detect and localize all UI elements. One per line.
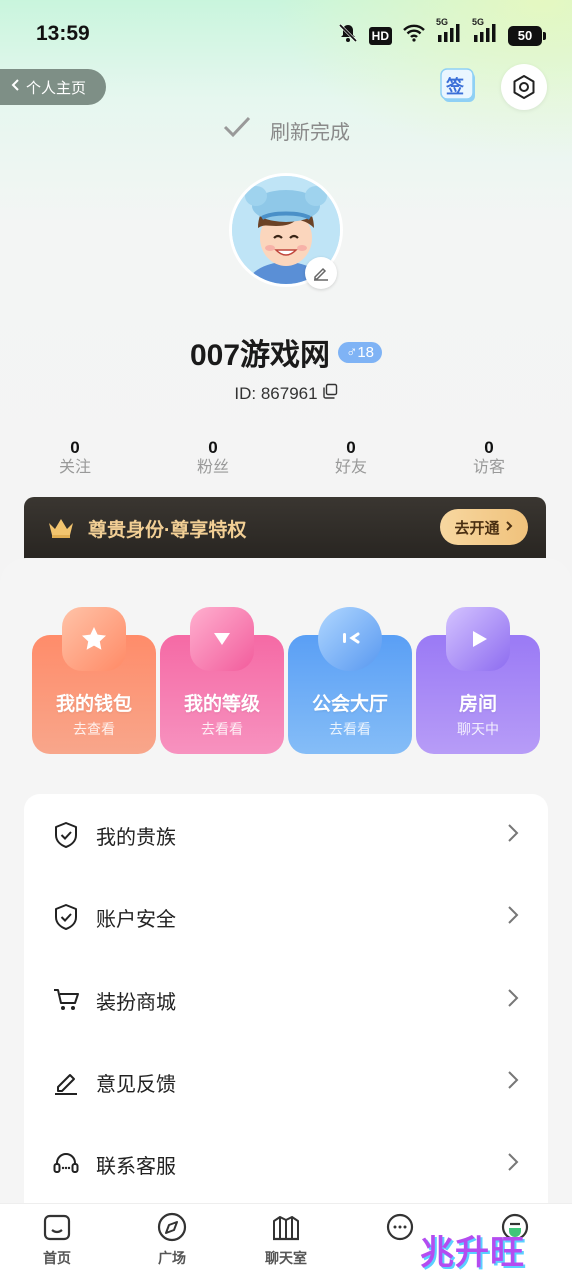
cart-icon — [52, 986, 80, 1014]
signal-icon-2: 5G — [472, 17, 498, 48]
stat-value: 0 — [70, 438, 80, 457]
stat-label: 访客 — [472, 459, 505, 476]
stat-label: 粉丝 — [196, 459, 229, 476]
pen-icon — [52, 1068, 80, 1096]
edit-avatar-button[interactable] — [305, 257, 337, 289]
settings-button[interactable] — [501, 64, 547, 110]
headset-icon — [52, 1150, 80, 1178]
signal-icon-1: 5G — [436, 17, 462, 48]
nav-label: 聊天室 — [265, 1250, 307, 1266]
feature-title: 公会大厅 — [311, 694, 388, 715]
feature-subtitle: 聊天中 — [457, 721, 499, 737]
gender-age-badge: ♂18 — [338, 341, 382, 363]
stat-following[interactable]: 0 关注 — [35, 438, 115, 478]
stat-value: 0 — [484, 438, 494, 457]
stat-value: 0 — [208, 438, 218, 457]
sign-in-button[interactable]: 签 — [438, 66, 480, 106]
nav-chatroom[interactable]: 聊天室 — [246, 1210, 326, 1268]
menu-list: 我的贵族 账户安全 装扮商城 意见反馈 联系客服 — [24, 794, 548, 1224]
nav-home[interactable]: 首页 — [17, 1210, 97, 1268]
status-bar: 13:59 HD 5G 5G 50 — [0, 0, 572, 68]
refresh-status-text: 刷新完成 — [270, 121, 350, 144]
menu-item-customer-service[interactable]: 联系客服 — [24, 1123, 548, 1205]
refresh-status: 刷新完成 — [0, 115, 572, 145]
chatroom-icon — [246, 1210, 326, 1244]
chevron-right-icon — [506, 987, 520, 1014]
stat-friends[interactable]: 0 好友 — [311, 438, 391, 478]
sign-in-label: 签 — [446, 77, 464, 97]
feature-title: 我的钱包 — [55, 694, 132, 715]
chevron-right-icon — [504, 519, 514, 536]
menu-label: 账户安全 — [96, 908, 176, 931]
feature-level[interactable]: 我的等级 去看看 — [160, 607, 284, 754]
stat-fans[interactable]: 0 粉丝 — [173, 438, 253, 478]
check-icon — [222, 115, 252, 145]
shield-check-icon — [52, 903, 80, 931]
crown-icon — [46, 515, 76, 544]
feature-wallet[interactable]: 我的钱包 去查看 — [32, 607, 156, 754]
pencil-icon — [314, 267, 328, 281]
main-card: 我的钱包 去查看 我的等级 去看看 公会大厅 去看看 房间 聊天中 我的贵族 账… — [0, 558, 572, 1224]
menu-item-dress-store[interactable]: 装扮商城 — [24, 959, 548, 1041]
feature-room[interactable]: 房间 聊天中 — [416, 607, 540, 754]
profile-name: 007游戏网 — [190, 339, 331, 372]
compass-icon — [132, 1210, 212, 1244]
chat-bubble-icon — [318, 607, 382, 671]
back-label: 个人主页 — [26, 79, 87, 97]
back-to-profile-button[interactable]: 个人主页 — [0, 69, 106, 105]
menu-label: 装扮商城 — [96, 991, 176, 1014]
play-icon — [446, 607, 510, 671]
feature-title: 房间 — [458, 694, 497, 715]
watermark-logo: 兆升旺 — [420, 1234, 525, 1272]
chevron-right-icon — [506, 904, 520, 931]
chevron-right-icon — [506, 822, 520, 849]
vip-banner[interactable]: 尊贵身份·尊享特权 去开通 — [24, 497, 546, 567]
mute-bell-icon — [337, 22, 359, 49]
copy-icon[interactable] — [322, 383, 338, 404]
nav-square[interactable]: 广场 — [132, 1210, 212, 1268]
menu-item-account-security[interactable]: 账户安全 — [24, 876, 548, 958]
vip-open-button[interactable]: 去开通 — [440, 509, 528, 545]
battery-indicator: 50 — [508, 25, 546, 46]
feature-title: 我的等级 — [183, 694, 260, 715]
feature-subtitle: 去查看 — [73, 721, 115, 737]
user-id-row: ID: 867961 — [0, 383, 572, 404]
avatar-container[interactable] — [229, 173, 343, 289]
wifi-icon — [402, 23, 426, 48]
menu-item-feedback[interactable]: 意见反馈 — [24, 1041, 548, 1123]
vip-text: 尊贵身份·尊享特权 — [88, 520, 247, 541]
network-type-2: 5G — [472, 17, 485, 27]
stat-value: 0 — [346, 438, 356, 457]
menu-label: 联系客服 — [96, 1155, 176, 1178]
diamond-icon — [190, 607, 254, 671]
stat-visitors[interactable]: 0 访客 — [449, 438, 529, 478]
vip-open-label: 去开通 — [454, 519, 500, 537]
menu-label: 意见反馈 — [96, 1073, 176, 1096]
hd-badge: HD — [368, 26, 392, 45]
stat-label: 关注 — [58, 459, 91, 476]
chevron-right-icon — [506, 1069, 520, 1096]
star-icon — [62, 607, 126, 671]
nav-label: 广场 — [158, 1250, 186, 1266]
status-time: 13:59 — [36, 22, 90, 45]
status-icons: HD 5G 5G 50 — [337, 17, 546, 49]
stat-label: 好友 — [334, 459, 367, 476]
chevron-right-icon — [506, 1151, 520, 1178]
feature-subtitle: 去看看 — [329, 721, 371, 737]
feature-guild-hall[interactable]: 公会大厅 去看看 — [288, 607, 412, 754]
menu-label: 我的贵族 — [96, 826, 176, 849]
menu-item-noble[interactable]: 我的贵族 — [24, 794, 548, 876]
user-id: ID: 867961 — [234, 383, 318, 403]
network-type-1: 5G — [436, 17, 449, 27]
home-icon — [17, 1210, 97, 1244]
profile-name-row: 007游戏网 ♂18 — [0, 330, 572, 374]
feature-subtitle: 去看看 — [201, 721, 243, 737]
nav-label: 首页 — [43, 1250, 71, 1266]
chevron-left-icon — [10, 78, 22, 96]
gear-icon — [513, 75, 535, 99]
shield-check-icon — [52, 821, 80, 849]
